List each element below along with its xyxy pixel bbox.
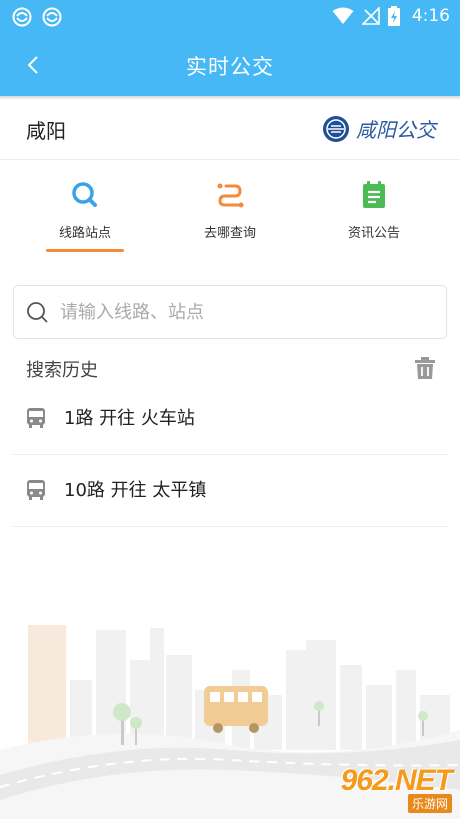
search-history-title: 搜索历史	[26, 360, 98, 381]
search-icon	[72, 182, 97, 207]
tab-news-notice[interactable]: 资讯公告	[314, 170, 434, 256]
search-icon	[27, 302, 48, 323]
title-bar: 实时公交	[0, 34, 460, 96]
page-title: 实时公交	[186, 55, 274, 79]
bus-icon	[27, 480, 45, 500]
status-time: 4:16	[411, 6, 450, 26]
search-box[interactable]	[13, 285, 447, 339]
no-signal-icon	[361, 7, 380, 25]
clear-history-button[interactable]	[414, 356, 436, 380]
history-item-text: 1路 开往 火车站	[64, 408, 195, 429]
city-row: 咸阳 咸阳公交	[0, 100, 460, 160]
status-bar: 4:16	[0, 0, 460, 34]
app-notification-icon	[42, 7, 62, 27]
tab-bar: 线路站点 去哪查询 资讯公告	[0, 170, 460, 260]
bus-company-logo-icon	[323, 115, 349, 142]
app-header: 4:16 实时公交	[0, 0, 460, 96]
brand-name: 咸阳公交	[356, 118, 436, 142]
tab-label: 资讯公告	[347, 226, 400, 241]
search-input[interactable]	[60, 296, 430, 328]
history-item[interactable]: 10路 开往 太平镇	[13, 455, 447, 527]
wifi-icon	[332, 7, 354, 24]
watermark-sub: 乐游网	[407, 794, 452, 813]
tab-label: 去哪查询	[203, 226, 256, 241]
city-illustration: 962.NET 乐游网	[0, 600, 460, 819]
history-item-text: 10路 开往 太平镇	[64, 480, 207, 501]
notice-icon	[363, 181, 385, 208]
brand-logo: 咸阳公交	[322, 114, 436, 143]
watermark: 962.NET 乐游网	[340, 764, 453, 813]
history-item[interactable]: 1路 开往 火车站	[13, 383, 447, 455]
route-icon	[217, 183, 244, 208]
watermark-main: 962.NET	[340, 764, 453, 797]
bus-icon	[27, 408, 45, 428]
app-notification-icon	[12, 7, 32, 27]
battery-charging-icon	[387, 6, 400, 26]
city-name[interactable]: 咸阳	[26, 115, 66, 144]
tab-destination-query[interactable]: 去哪查询	[170, 170, 290, 256]
active-tab-indicator	[46, 249, 124, 252]
tab-route-station[interactable]: 线路站点	[25, 170, 145, 256]
tab-label: 线路站点	[58, 226, 111, 241]
